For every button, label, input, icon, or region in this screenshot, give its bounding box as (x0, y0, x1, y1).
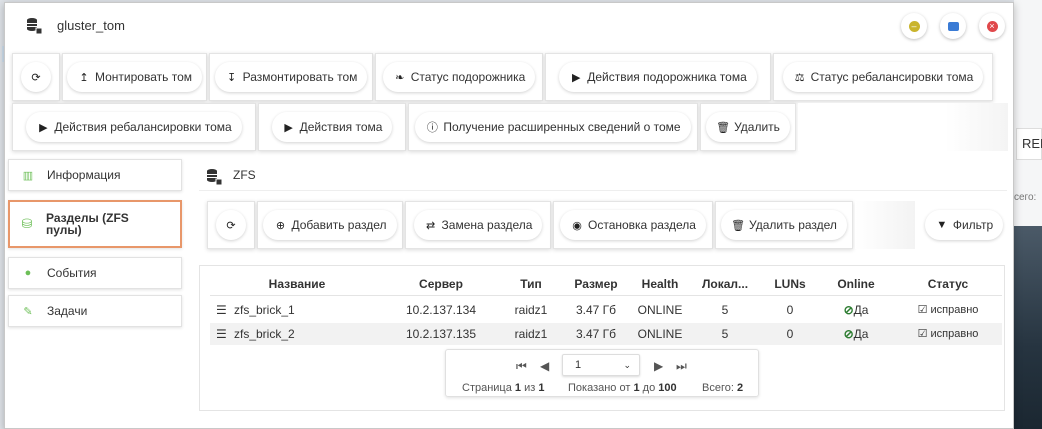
database-green-icon: ⛁ (21, 216, 33, 231)
prev-page-icon[interactable]: ◀ (540, 359, 549, 373)
leaf-icon: ❧ (395, 71, 405, 84)
rebalance-status-button[interactable]: ⚖ Статус ребалансировки тома (773, 53, 993, 101)
column-header[interactable]: Online (824, 277, 888, 291)
play-stop-icon: ▶ (284, 121, 293, 134)
column-header[interactable]: Health (630, 277, 690, 291)
database-icon (27, 18, 43, 35)
shown-info: Показано от 1 до 100 (568, 382, 677, 394)
bar-chart-icon: ▥ (22, 169, 34, 182)
background-image (1014, 226, 1042, 429)
column-header[interactable]: Статус (900, 277, 996, 291)
stop-partition-button[interactable]: ◉ Остановка раздела (553, 201, 713, 249)
column-header[interactable]: Размер (566, 277, 626, 291)
column-header[interactable]: Локал... (692, 277, 758, 291)
last-page-icon[interactable]: ⏭ (676, 359, 687, 374)
replace-partition-button[interactable]: ⇄ Замена раздела (405, 201, 551, 249)
next-page-icon[interactable]: ▶ (654, 359, 663, 373)
delete-volume-button[interactable]: 🗑 Удалить (700, 103, 796, 151)
refresh-icon: ⟳ (31, 71, 41, 84)
check-square-icon: ☑ (917, 304, 928, 316)
server-icon: ☰ (216, 303, 227, 317)
close-icon: × (986, 20, 998, 32)
sidebar-item-info[interactable]: ▥ Информация (8, 159, 182, 191)
filter-icon: ▼ (936, 219, 948, 231)
background-total-text: сего: (1014, 192, 1037, 203)
page-info: Страница 1 из 1 (462, 382, 545, 394)
first-page-icon[interactable]: ⏮ (516, 359, 527, 374)
server-icon: ☰ (216, 327, 227, 341)
check-circle-icon: ⊘ (843, 303, 854, 317)
column-header[interactable]: Тип (506, 277, 556, 291)
comment-icon: ● (24, 267, 32, 279)
table-row[interactable]: ☰ zfs_brick_1 10.2.137.134 raidz1 3.47 Г… (210, 299, 1002, 321)
database-icon (207, 169, 223, 186)
table-header: Название Сервер Тип Размер Health Локал.… (210, 272, 1002, 296)
sidebar-item-tasks[interactable]: ✎ Задачи (8, 295, 182, 327)
maximize-icon (947, 21, 959, 31)
minimize-icon: – (908, 20, 920, 32)
check-square-icon: ☑ (917, 328, 928, 340)
play-scale-icon: ▶ (39, 121, 48, 134)
arrow-down-icon: ↧ (227, 71, 237, 84)
maximize-button[interactable] (940, 13, 966, 39)
walker-actions-button[interactable]: ▶ Действия подорожника тома (545, 53, 771, 101)
panel-refresh-button[interactable]: ⟳ (207, 201, 255, 249)
chevron-down-icon: ⌄ (623, 360, 631, 370)
walker-status-button[interactable]: ❧ Статус подорожника (375, 53, 543, 101)
play-leaf-icon: ▶ (571, 71, 581, 84)
info-icon: ⓘ (426, 122, 438, 134)
toolbar-filler (798, 103, 1008, 151)
panel-toolbar-filler (855, 201, 915, 249)
table-row[interactable]: ☰ zfs_brick_2 10.2.137.135 raidz1 3.47 Г… (210, 323, 1002, 345)
pagination: ⏮ ◀ 1 ⌄ ▶ ⏭ Страница 1 из 1 Показано от … (445, 349, 759, 397)
rebalance-actions-button[interactable]: ▶ Действия ребалансировки тома (12, 103, 256, 151)
volume-actions-button[interactable]: ▶ Действия тома (258, 103, 406, 151)
page-select[interactable]: 1 ⌄ (562, 354, 640, 376)
trash-icon: 🗑 (731, 219, 746, 232)
minimize-button[interactable]: – (901, 13, 927, 39)
column-header[interactable]: Сервер (396, 277, 486, 291)
plus-circle-icon: ⊕ (275, 219, 286, 232)
trash-icon: 🗑 (716, 121, 731, 134)
exchange-icon: ⇄ (425, 219, 436, 232)
sidebar-item-events[interactable]: ● События (8, 257, 182, 289)
mount-volume-button[interactable]: ↥ Монтировать том (62, 53, 207, 101)
window-title: gluster_tom (57, 18, 125, 33)
volume-dialog: gluster_tom – × ⟳ ↥ Монтировать том ↧ Разм… (4, 2, 1014, 429)
background-ref-button[interactable]: REF (1016, 128, 1042, 160)
sidebar-item-partitions[interactable]: ⛁ Разделы (ZFS пулы) (8, 200, 182, 248)
filter-button[interactable]: ▼ Фильтр (923, 207, 1005, 243)
wrench-icon: ✎ (23, 305, 33, 318)
add-partition-button[interactable]: ⊕ Добавить раздел (257, 201, 403, 249)
titlebar[interactable]: gluster_tom – × (5, 3, 1013, 47)
column-header[interactable]: Название (230, 277, 364, 291)
refresh-icon: ⟳ (226, 219, 236, 232)
panel-header: ZFS (199, 159, 1007, 191)
extended-info-button[interactable]: ⓘ Получение расширенных сведений о томе (408, 103, 698, 151)
total-info: Всего: 2 (702, 382, 744, 394)
scale-icon: ⚖ (794, 71, 805, 84)
delete-partition-button[interactable]: 🗑 Удалить раздел (715, 201, 853, 249)
panel-title: ZFS (233, 168, 256, 182)
stop-circle-icon: ◉ (572, 219, 582, 232)
check-circle-icon: ⊘ (843, 327, 854, 341)
arrow-up-icon: ↥ (79, 71, 89, 84)
refresh-button[interactable]: ⟳ (12, 53, 60, 101)
column-header[interactable]: LUNs (762, 277, 818, 291)
unmount-volume-button[interactable]: ↧ Размонтировать том (209, 53, 373, 101)
close-button[interactable]: × (979, 13, 1005, 39)
